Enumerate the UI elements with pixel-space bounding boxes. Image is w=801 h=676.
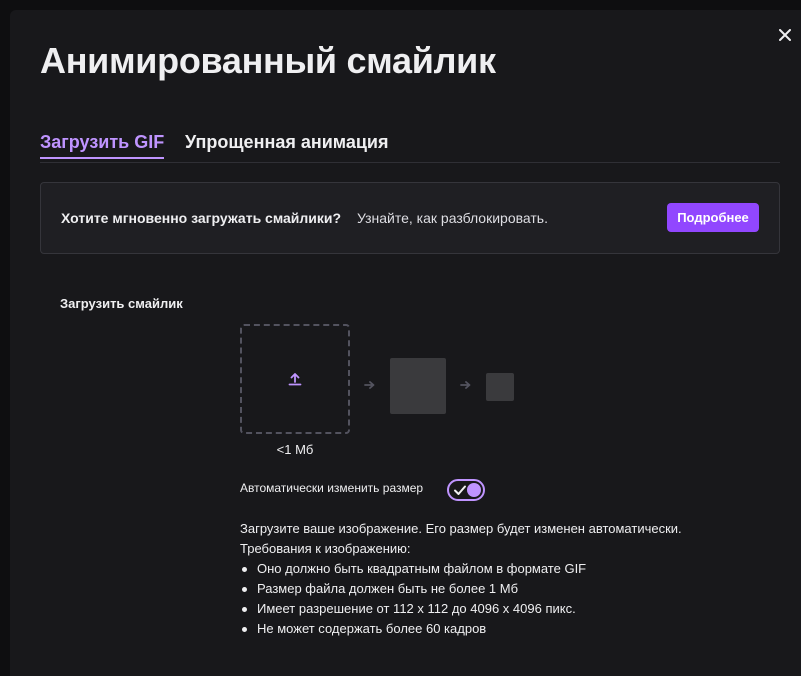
banner-hint: Узнайте, как разблокировать. xyxy=(357,210,548,226)
preview-large xyxy=(390,358,446,414)
close-button[interactable] xyxy=(774,24,796,46)
toggle-knob xyxy=(467,483,481,497)
upload-icon xyxy=(288,373,302,386)
auto-resize-toggle[interactable] xyxy=(447,479,485,501)
list-item: Оно должно быть квадратным файлом в форм… xyxy=(240,559,780,579)
size-limit-text: <1 Мб xyxy=(276,442,314,457)
tab-upload-gif[interactable]: Загрузить GIF xyxy=(40,132,165,159)
arrow-right-icon xyxy=(364,381,375,389)
unlock-banner: Хотите мгновенно загружать смайлики? Узн… xyxy=(40,182,780,254)
auto-resize-label: Автоматически изменить размер xyxy=(240,481,424,495)
upload-section-label: Загрузить смайлик xyxy=(60,296,183,311)
dialog-title: Анимированный смайлик xyxy=(40,40,496,81)
tab-simple-animation[interactable]: Упрощенная анимация xyxy=(185,132,389,153)
list-item: Размер файла должен быть не более 1 Мб xyxy=(240,579,780,599)
tab-bar: Загрузить GIF Упрощенная анимация xyxy=(40,128,780,163)
requirements-block: Загрузите ваше изображение. Его размер б… xyxy=(240,519,780,639)
learn-more-button[interactable]: Подробнее xyxy=(667,203,759,232)
upload-dropzone[interactable] xyxy=(240,324,350,434)
arrow-right-icon xyxy=(460,381,471,389)
requirements-list: Оно должно быть квадратным файлом в форм… xyxy=(240,559,780,639)
check-icon xyxy=(454,485,466,495)
close-icon xyxy=(779,29,791,41)
emote-dialog: Анимированный смайлик Загрузить GIF Упро… xyxy=(10,10,801,676)
preview-small xyxy=(486,373,514,401)
requirements-heading: Требования к изображению: xyxy=(240,541,411,556)
list-item: Не может содержать более 60 кадров xyxy=(240,619,780,639)
list-item: Имеет разрешение от 112 x 112 до 4096 x … xyxy=(240,599,780,619)
banner-question: Хотите мгновенно загружать смайлики? xyxy=(61,210,342,226)
requirements-intro: Загрузите ваше изображение. Его размер б… xyxy=(240,521,682,536)
